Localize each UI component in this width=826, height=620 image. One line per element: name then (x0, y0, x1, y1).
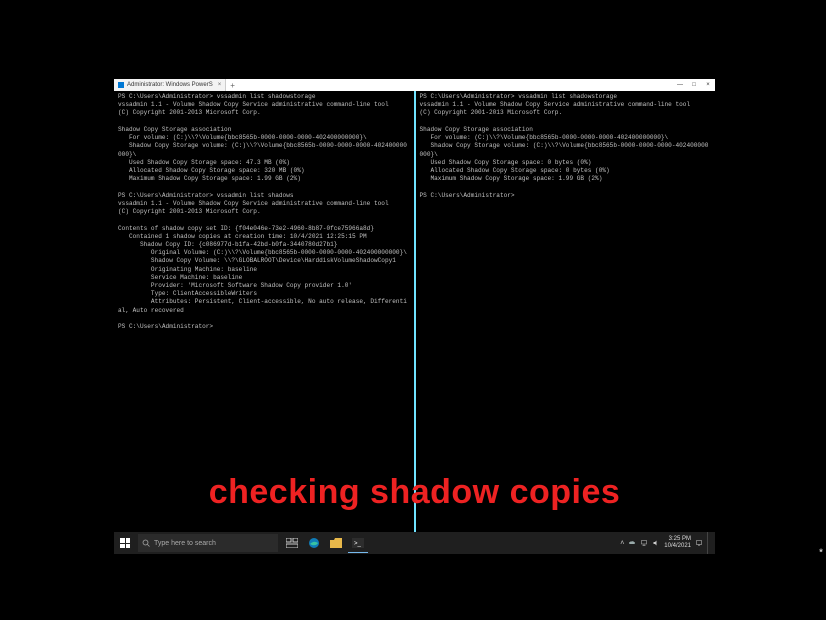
terminal-pane-right[interactable]: PS C:\Users\Administrator> vssadmin list… (416, 91, 716, 532)
tab-close-button[interactable]: × (218, 82, 222, 88)
windows-logo-icon (120, 538, 130, 548)
terminal-output-left: PS C:\Users\Administrator> vssadmin list… (118, 93, 410, 331)
minimize-button[interactable]: — (673, 79, 687, 91)
volume-icon[interactable] (652, 539, 660, 547)
task-view-button[interactable] (282, 533, 302, 553)
stray-mark: * (818, 549, 824, 560)
taskbar-clock[interactable]: 3:25 PM 10/4/2021 (664, 536, 691, 549)
clock-time: 3:25 PM (664, 536, 691, 543)
search-icon (142, 539, 150, 547)
notifications-icon[interactable] (695, 539, 703, 547)
folder-icon (330, 538, 342, 548)
taskbar: Type here to search >_ ˄ (114, 532, 715, 554)
taskbar-search[interactable]: Type here to search (138, 534, 278, 552)
window-controls: — □ × (673, 79, 715, 91)
desktop: Administrator: Windows PowerS × + — □ × … (114, 79, 715, 554)
edge-button[interactable] (304, 533, 324, 553)
tab-title: Administrator: Windows PowerS (127, 82, 213, 88)
terminal-panes: PS C:\Users\Administrator> vssadmin list… (114, 91, 715, 532)
start-button[interactable] (114, 532, 136, 554)
terminal-output-right: PS C:\Users\Administrator> vssadmin list… (420, 93, 712, 200)
network-icon[interactable] (640, 539, 648, 547)
window-titlebar: Administrator: Windows PowerS × + — □ × (114, 79, 715, 91)
terminal-pane-left[interactable]: PS C:\Users\Administrator> vssadmin list… (114, 91, 414, 532)
close-button[interactable]: × (701, 79, 715, 91)
clock-date: 10/4/2021 (664, 543, 691, 550)
terminal-tab[interactable]: Administrator: Windows PowerS × (114, 79, 226, 91)
show-desktop-button[interactable] (707, 532, 711, 554)
system-tray: ˄ 3:25 PM 10/4/2021 (620, 532, 715, 554)
tray-chevron-icon[interactable]: ˄ (620, 540, 624, 547)
new-tab-button[interactable]: + (226, 81, 239, 90)
onedrive-icon[interactable] (628, 539, 636, 547)
terminal-task-button[interactable]: >_ (348, 533, 368, 553)
stage: Administrator: Windows PowerS × + — □ × … (0, 0, 826, 620)
powershell-icon (118, 82, 124, 88)
task-icons: >_ (282, 532, 368, 554)
search-placeholder: Type here to search (154, 540, 216, 547)
edge-icon (308, 537, 320, 549)
terminal-icon: >_ (352, 538, 364, 548)
task-view-icon (286, 538, 298, 548)
explorer-button[interactable] (326, 533, 346, 553)
maximize-button[interactable]: □ (687, 79, 701, 91)
svg-text:>_: >_ (354, 541, 362, 547)
